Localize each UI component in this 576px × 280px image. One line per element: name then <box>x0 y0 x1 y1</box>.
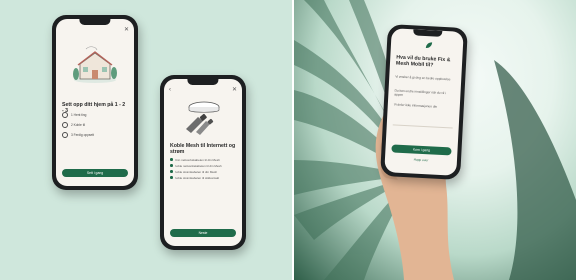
checklist-item: Koble strømkabelen til din Mesh <box>170 169 238 174</box>
next-button[interactable]: Neste <box>170 229 236 237</box>
connect-title: Koble Mesh til Internett og strøm <box>170 143 236 155</box>
step-item-collect: 1 Hent ting <box>62 111 128 119</box>
start-button[interactable]: Sett i gang <box>62 169 128 177</box>
skip-link[interactable]: Hopp over <box>391 156 451 163</box>
bullet-icon <box>170 158 173 161</box>
step-item-finish: 3 Ferdig oppsett <box>62 131 128 139</box>
checklist-label: Koble nettverkskabelen til din Mesh <box>174 163 222 168</box>
checklist-label: Koble strømkabelen til stikkontakt <box>174 175 220 180</box>
phone-notch <box>187 79 219 85</box>
intro-title: Hva vil du bruke Fix & Mesh Mobil til? <box>395 54 451 69</box>
bullet-icon <box>170 176 173 179</box>
divider <box>392 124 453 129</box>
intro-paragraph: Vi ønsker å gi deg en bedre opplevelse <box>395 74 451 82</box>
check-icon <box>62 132 68 138</box>
checklist-item: Koble strømkabelen til stikkontakt <box>170 175 238 180</box>
bullet-icon <box>170 170 173 173</box>
phone-notch <box>413 29 443 37</box>
step-item-connect: 2 Koble til <box>62 121 128 129</box>
get-started-button[interactable]: Kom i gang <box>391 144 452 156</box>
intro-paragraph: Du kan endre innstillinger når du vil i … <box>394 88 446 98</box>
router-icon <box>62 112 68 118</box>
router-cable-illustration <box>186 101 220 135</box>
checklist-item: Koble nettverkskabelen til din Mesh <box>170 163 238 168</box>
setup-screen: ✕ Sett opp ditt hjem på 1 - 2 - 3 1 Hent… <box>56 19 134 186</box>
intro-paragraph: Vi deler ikke informasjonen din <box>393 102 438 109</box>
phone-notch <box>79 19 111 25</box>
close-icon[interactable]: ✕ <box>232 87 237 93</box>
connect-screen: ‹ ✕ Koble Mesh til Internett og strøm Fi… <box>164 79 242 246</box>
phone-mockup-setup: ✕ Sett opp ditt hjem på 1 - 2 - 3 1 Hent… <box>52 15 138 190</box>
leaf-logo-icon <box>425 42 433 49</box>
plug-icon <box>62 122 68 128</box>
step-label: 3 Ferdig oppsett <box>71 133 95 137</box>
checklist-label: Finn nettverkskabelen til din Mesh <box>174 157 220 162</box>
bullet-icon <box>170 164 173 167</box>
step-label: 1 Hent ting <box>71 113 87 117</box>
back-icon[interactable]: ‹ <box>169 87 171 93</box>
intro-screen: Hva vil du bruke Fix & Mesh Mobil til? V… <box>384 28 464 176</box>
checklist-label: Koble strømkabelen til din Mesh <box>174 169 218 174</box>
left-panel-background <box>0 0 292 280</box>
phone-mockup-intro: Hva vil du bruke Fix & Mesh Mobil til? V… <box>380 24 468 180</box>
phone-mockup-connect: ‹ ✕ Koble Mesh til Internett og strøm Fi… <box>160 75 246 250</box>
house-illustration <box>73 46 117 83</box>
checklist-item: Finn nettverkskabelen til din Mesh <box>170 157 238 162</box>
step-label: 2 Koble til <box>71 123 85 127</box>
close-icon[interactable]: ✕ <box>124 27 129 33</box>
